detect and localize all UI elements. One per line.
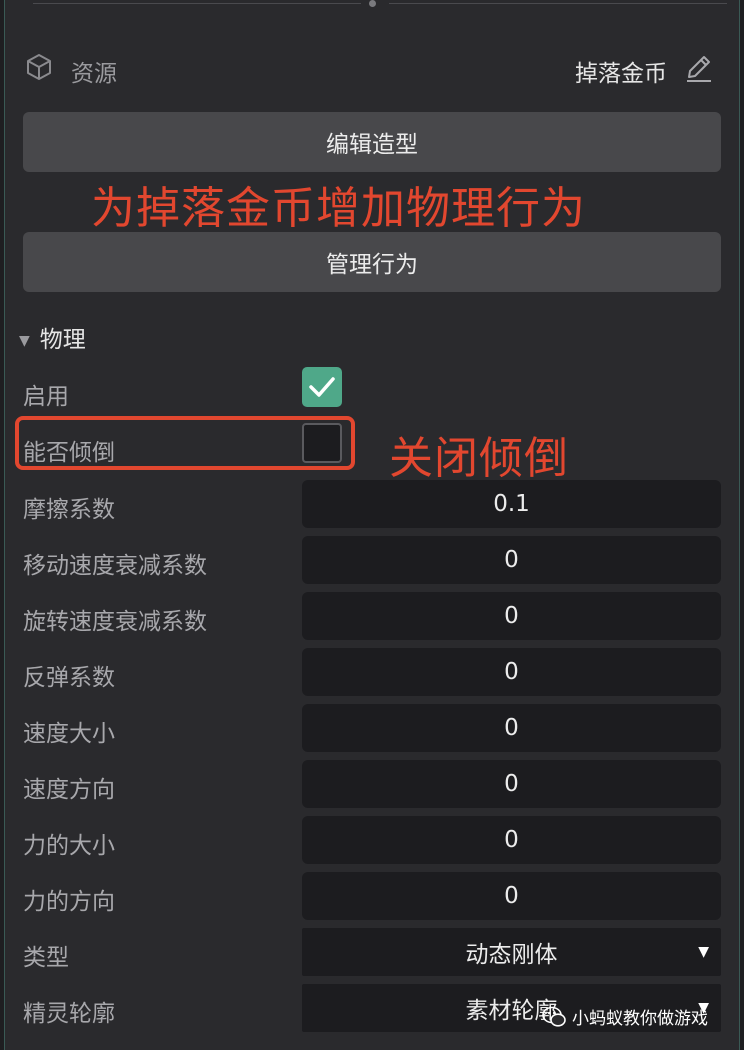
annotation-right: 关闭倾倒 xyxy=(389,433,569,484)
checkmark-icon xyxy=(309,377,335,397)
type-select[interactable]: 动态刚体 ▼ xyxy=(302,928,721,976)
angular-damping-label: 旋转速度衰减系数 xyxy=(23,609,207,635)
speed-direction-row: 速度方向 0 xyxy=(5,760,739,810)
angular-damping-row: 旋转速度衰减系数 0 xyxy=(5,592,739,642)
friction-label: 摩擦系数 xyxy=(23,497,115,523)
watermark: 小蚂蚁教你做游戏 xyxy=(542,1004,708,1029)
type-label: 类型 xyxy=(23,945,69,971)
speed-direction-label: 速度方向 xyxy=(23,777,115,803)
resource-header: 资源 掉落金币 xyxy=(5,48,739,88)
pencil-icon[interactable] xyxy=(683,52,715,84)
resource-label: 资源 xyxy=(71,61,117,87)
speed-magnitude-row: 速度大小 0 xyxy=(5,704,739,754)
caret-down-icon: ▼ xyxy=(698,944,709,960)
properties-panel: 资源 掉落金币 编辑造型 为掉落金币增加物理行为 管理行为 ▼ 物理 启用 能否倾… xyxy=(4,0,740,1050)
restitution-row: 反弹系数 0 xyxy=(5,648,739,698)
wechat-icon xyxy=(542,1006,566,1027)
speed-magnitude-input[interactable]: 0 xyxy=(302,704,721,752)
restitution-input[interactable]: 0 xyxy=(302,648,721,696)
type-select-value: 动态刚体 xyxy=(465,942,558,968)
asset-name: 掉落金币 xyxy=(575,61,667,87)
enable-row: 启用 xyxy=(5,367,739,417)
physics-section-header[interactable]: ▼ 物理 xyxy=(19,320,86,354)
type-row: 类型 动态刚体 ▼ xyxy=(5,928,739,978)
linear-damping-label: 移动速度衰减系数 xyxy=(23,553,207,579)
force-magnitude-row: 力的大小 0 xyxy=(5,816,739,866)
manage-behavior-button[interactable]: 管理行为 xyxy=(23,232,721,292)
linear-damping-input[interactable]: 0 xyxy=(302,536,721,584)
collapse-triangle-icon: ▼ xyxy=(19,332,30,349)
force-direction-input[interactable]: 0 xyxy=(302,872,721,920)
angular-damping-input[interactable]: 0 xyxy=(302,592,721,640)
edit-shape-button[interactable]: 编辑造型 xyxy=(23,112,721,172)
speed-direction-input[interactable]: 0 xyxy=(302,760,721,808)
cube-icon xyxy=(27,54,51,80)
top-divider xyxy=(5,0,739,10)
sprite-outline-label: 精灵轮廓 xyxy=(23,1001,115,1027)
watermark-text: 小蚂蚁教你做游戏 xyxy=(572,1009,708,1029)
enable-checkbox[interactable] xyxy=(302,367,342,407)
friction-row: 摩擦系数 0.1 xyxy=(5,480,739,530)
annotation-top: 为掉落金币增加物理行为 xyxy=(91,183,586,234)
drag-handle[interactable] xyxy=(369,0,376,7)
enable-label: 启用 xyxy=(23,384,69,410)
section-title: 物理 xyxy=(39,327,86,353)
linear-damping-row: 移动速度衰减系数 0 xyxy=(5,536,739,586)
speed-magnitude-label: 速度大小 xyxy=(23,721,115,747)
force-direction-label: 力的方向 xyxy=(23,889,115,915)
annotation-highlight-box xyxy=(15,416,355,470)
force-magnitude-input[interactable]: 0 xyxy=(302,816,721,864)
force-magnitude-label: 力的大小 xyxy=(23,833,115,859)
force-direction-row: 力的方向 0 xyxy=(5,872,739,922)
restitution-label: 反弹系数 xyxy=(23,665,115,691)
friction-input[interactable]: 0.1 xyxy=(302,480,721,528)
